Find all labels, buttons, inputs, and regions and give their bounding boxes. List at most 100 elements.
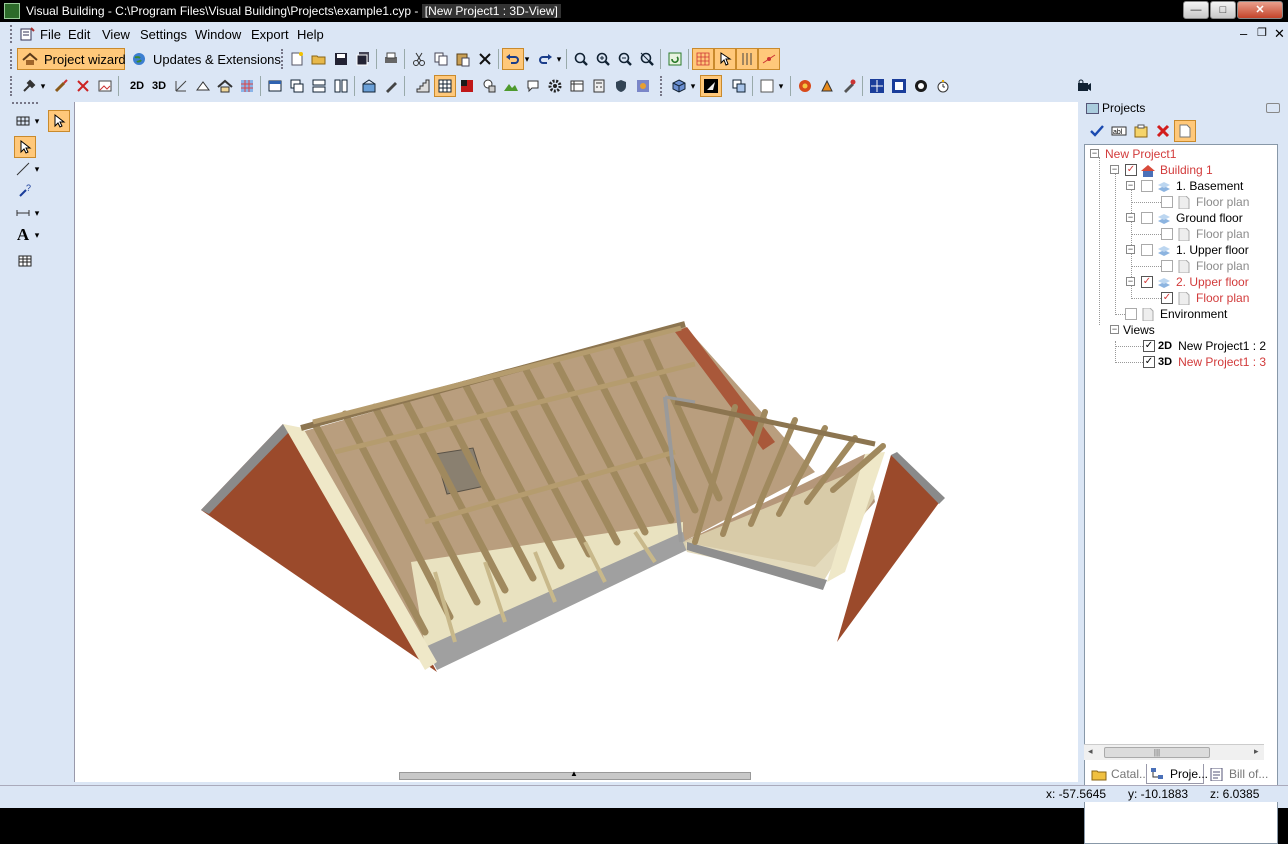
scrollbar-thumb[interactable]: ||| <box>1104 747 1210 758</box>
menu-file[interactable]: File <box>40 27 61 42</box>
tab-projects[interactable]: Proje... <box>1146 764 1208 784</box>
objects-icon[interactable] <box>478 75 500 97</box>
floor-plan-checkbox[interactable] <box>1161 196 1173 208</box>
new-document-icon[interactable] <box>1174 120 1196 142</box>
schedule-icon[interactable] <box>566 75 588 97</box>
minimize-button[interactable]: — <box>1183 1 1209 19</box>
copy-icon[interactable] <box>430 48 452 70</box>
floor-checkbox[interactable]: ✓ <box>1141 276 1153 288</box>
mdi-minimize-button[interactable]: – <box>1240 26 1247 41</box>
tile-horizontal-icon[interactable] <box>308 75 330 97</box>
zoom-out-icon[interactable] <box>614 48 636 70</box>
tree-node-view-2d[interactable]: ✓ 2D New Project1 : 2 <box>1143 338 1266 354</box>
pin-icon[interactable] <box>1266 103 1280 113</box>
properties-icon[interactable] <box>1130 120 1152 142</box>
menu-export[interactable]: Export <box>251 27 289 42</box>
select-cursor-icon[interactable] <box>14 136 36 158</box>
animation-icon[interactable] <box>910 75 932 97</box>
layers-icon[interactable] <box>728 75 750 97</box>
brush-icon[interactable] <box>50 75 72 97</box>
floor-plan-checkbox[interactable]: ✓ <box>1161 292 1173 304</box>
updates-extensions-button[interactable]: Updates & Extensions <box>126 48 281 70</box>
image-icon[interactable] <box>94 75 116 97</box>
expander-minus-icon[interactable]: − <box>1110 165 1119 174</box>
cube-view-icon[interactable] <box>668 75 690 97</box>
wall-grid-icon[interactable] <box>12 110 34 132</box>
cube-view-dropdown-chevron-icon[interactable]: ▾ <box>688 75 698 97</box>
gear-icon[interactable] <box>544 75 566 97</box>
color-dropdown-chevron-icon[interactable]: ▾ <box>776 75 786 97</box>
undo-icon[interactable] <box>502 48 524 70</box>
remove-icon[interactable] <box>1152 120 1174 142</box>
tree-node-floor[interactable]: ✓ 2. Upper floor <box>1141 274 1249 290</box>
tree-node-project[interactable]: New Project1 <box>1105 146 1176 162</box>
expander-minus-icon[interactable]: − <box>1110 325 1119 334</box>
snap-point-icon[interactable] <box>758 48 780 70</box>
scroll-right-icon[interactable]: ▸ <box>1254 746 1259 757</box>
save-icon[interactable] <box>330 48 352 70</box>
delete-icon[interactable] <box>474 48 496 70</box>
walls-icon[interactable] <box>192 75 214 97</box>
window-layout-icon[interactable] <box>264 75 286 97</box>
frame-icon[interactable] <box>888 75 910 97</box>
floor-plan-checkbox[interactable] <box>1161 228 1173 240</box>
help-pointer-icon[interactable]: ? <box>14 180 36 202</box>
dimension-dropdown-chevron-icon[interactable]: ▾ <box>32 202 42 224</box>
environment-checkbox[interactable] <box>1125 308 1137 320</box>
project-tree[interactable]: New Project1 − − ✓ Building 1 − 1. Basem… <box>1084 144 1278 844</box>
redo-icon[interactable] <box>534 48 556 70</box>
guide-lines-icon[interactable] <box>736 48 758 70</box>
pointer-cursor-icon[interactable] <box>48 110 70 132</box>
tab-catalog[interactable]: Catal... <box>1088 764 1149 784</box>
text-dropdown-chevron-icon[interactable]: ▾ <box>32 224 42 246</box>
toolbar-grip[interactable] <box>660 76 663 96</box>
expander-minus-icon[interactable]: − <box>1126 213 1135 222</box>
tree-node-building[interactable]: ✓ Building 1 <box>1125 162 1213 178</box>
red-material-icon[interactable] <box>456 75 478 97</box>
crosshair-icon[interactable] <box>866 75 888 97</box>
annotation-icon[interactable] <box>522 75 544 97</box>
texture-grid-icon[interactable] <box>236 75 258 97</box>
tree-node-floor-plan[interactable]: Floor plan <box>1161 194 1249 210</box>
expander-minus-icon[interactable]: − <box>1126 181 1135 190</box>
tree-node-view-3d[interactable]: ✓ 3D New Project1 : 3 <box>1143 354 1266 370</box>
view-2d-checkbox[interactable]: ✓ <box>1143 340 1155 352</box>
tree-node-floor[interactable]: 1. Basement <box>1141 178 1243 194</box>
mdi-document-icon[interactable] <box>16 23 38 45</box>
menu-settings[interactable]: Settings <box>140 27 187 42</box>
redo-dropdown-chevron-icon[interactable]: ▾ <box>554 48 564 70</box>
menu-edit[interactable]: Edit <box>68 27 90 42</box>
tree-node-floor-plan[interactable]: Floor plan <box>1161 258 1249 274</box>
timer-icon[interactable] <box>932 75 954 97</box>
paint-icon[interactable] <box>816 75 838 97</box>
render-settings-icon[interactable] <box>632 75 654 97</box>
materials-icon[interactable] <box>794 75 816 97</box>
save-all-icon[interactable] <box>352 48 374 70</box>
line-dropdown-chevron-icon[interactable]: ▾ <box>32 158 42 180</box>
tree-node-floor-plan[interactable]: Floor plan <box>1161 226 1249 242</box>
wall-dropdown-chevron-icon[interactable]: ▾ <box>32 110 42 132</box>
toolbar-grip[interactable] <box>12 102 38 104</box>
snap-cursor-icon[interactable] <box>714 48 736 70</box>
stairs-icon[interactable] <box>412 75 434 97</box>
pipette-icon[interactable] <box>838 75 860 97</box>
color-swatch-icon[interactable] <box>756 75 778 97</box>
cut-icon[interactable] <box>408 48 430 70</box>
maximize-button[interactable]: □ <box>1210 1 1236 19</box>
scroll-left-icon[interactable]: ◂ <box>1088 746 1093 757</box>
open-folder-icon[interactable] <box>308 48 330 70</box>
shield-icon[interactable] <box>610 75 632 97</box>
tree-node-floor-plan[interactable]: ✓ Floor plan <box>1161 290 1249 306</box>
building-properties-icon[interactable] <box>358 75 380 97</box>
view-2d-button[interactable]: 2D <box>126 75 148 97</box>
mdi-restore-button[interactable]: ❐ <box>1257 26 1267 39</box>
viewport-splitter[interactable]: ▲ <box>399 769 751 780</box>
tab-bill-of-materials[interactable]: Bill of... <box>1206 764 1268 784</box>
zoom-fit-icon[interactable] <box>636 48 658 70</box>
undo-dropdown-chevron-icon[interactable]: ▾ <box>522 48 532 70</box>
grid-icon[interactable] <box>692 48 714 70</box>
expander-minus-icon[interactable]: − <box>1090 149 1099 158</box>
calculator-icon[interactable] <box>588 75 610 97</box>
floor-plan-checkbox[interactable] <box>1161 260 1173 272</box>
rename-icon[interactable]: abl <box>1108 120 1130 142</box>
